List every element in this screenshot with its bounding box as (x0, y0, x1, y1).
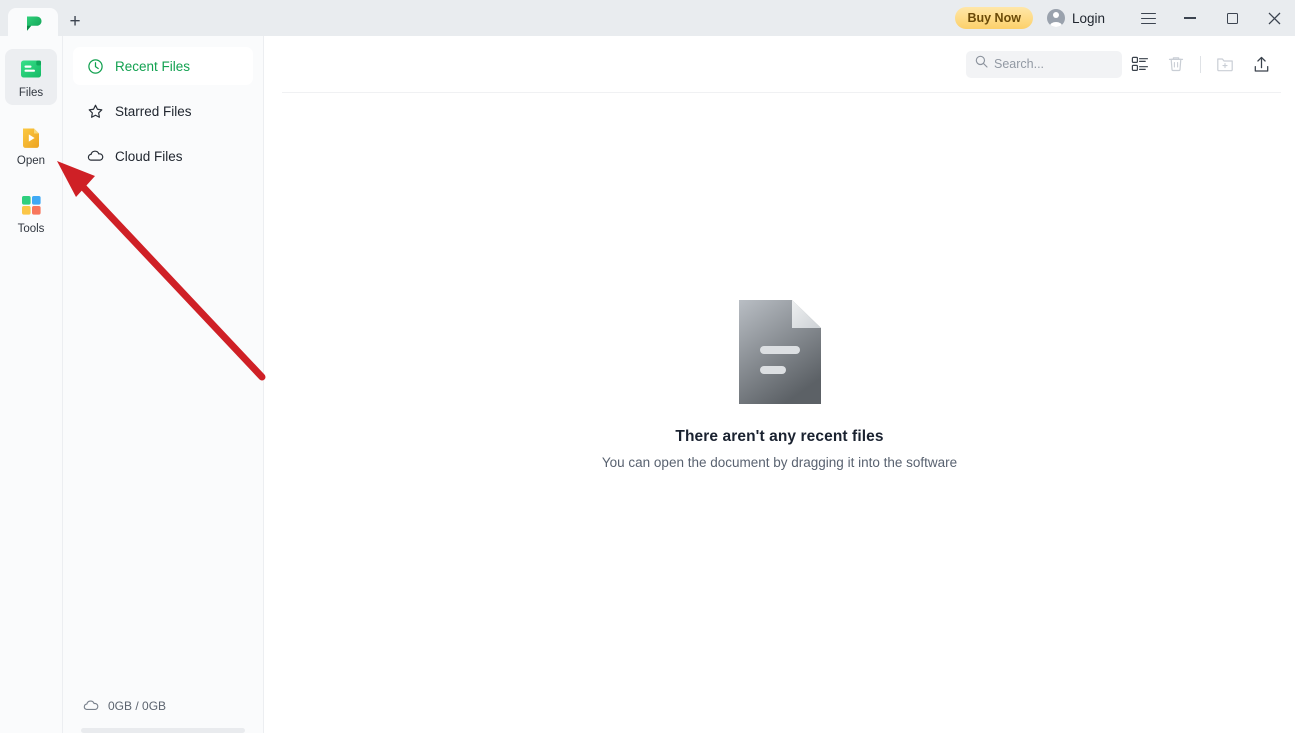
nav-item-starred-files-label: Starred Files (115, 104, 192, 119)
sidebar-item-open-label: Open (17, 156, 45, 168)
main-area: There aren't any recent files You can op… (264, 36, 1295, 733)
search-icon (975, 55, 988, 73)
clock-icon (87, 58, 104, 75)
storage-text: 0GB / 0GB (108, 699, 166, 713)
empty-state: There aren't any recent files You can op… (264, 93, 1295, 733)
nav-item-cloud-files[interactable]: Cloud Files (73, 137, 253, 175)
search-box[interactable] (966, 51, 1122, 78)
avatar-icon (1047, 9, 1065, 27)
sidebar-item-tools[interactable]: Tools (5, 185, 57, 241)
toolbar-divider (1200, 56, 1201, 73)
login-button[interactable]: Login (1047, 9, 1105, 27)
files-icon (17, 55, 45, 83)
trash-icon[interactable] (1158, 46, 1194, 82)
sidebar-item-files[interactable]: Files (5, 49, 57, 105)
new-tab-button[interactable]: + (58, 6, 92, 38)
content-toolbar (264, 36, 1295, 92)
search-input[interactable] (994, 57, 1113, 71)
nav-item-recent-files-label: Recent Files (115, 59, 190, 74)
star-icon (87, 103, 104, 120)
new-folder-icon[interactable] (1207, 46, 1243, 82)
nav-spacer (63, 182, 263, 694)
sidebar-item-files-label: Files (19, 88, 43, 100)
green-leaf-logo-icon (21, 12, 45, 36)
close-icon[interactable] (1253, 0, 1295, 36)
window-controls-group: Buy Now Login (955, 0, 1295, 36)
nav-item-cloud-files-label: Cloud Files (115, 149, 183, 164)
empty-state-title: There aren't any recent files (675, 428, 883, 446)
app-window: + Buy Now Login (0, 0, 1295, 733)
nav-item-recent-files[interactable]: Recent Files (73, 47, 253, 85)
empty-state-subtitle: You can open the document by dragging it… (602, 455, 957, 470)
login-label: Login (1072, 11, 1105, 26)
hamburger-menu-icon[interactable] (1127, 0, 1169, 36)
nav-item-starred-files[interactable]: Starred Files (73, 92, 253, 130)
storage-cloud-icon (83, 698, 100, 715)
storage-indicator[interactable]: 0GB / 0GB (63, 694, 263, 718)
nav-panel: Recent Files Starred Files Cloud Files (63, 36, 264, 733)
left-rail: Files Op (0, 36, 63, 733)
tab-strip: + (0, 0, 92, 36)
open-file-icon (17, 123, 45, 151)
cloud-icon (87, 148, 104, 165)
app-tab[interactable] (8, 8, 58, 40)
window-body: Files Op (0, 36, 1295, 733)
maximize-icon[interactable] (1211, 0, 1253, 36)
sidebar-item-tools-label: Tools (18, 224, 45, 236)
sidebar-item-open[interactable]: Open (5, 117, 57, 173)
document-placeholder-icon (739, 300, 821, 404)
tools-grid-icon (17, 191, 45, 219)
title-bar: + Buy Now Login (0, 0, 1295, 36)
minimize-icon[interactable] (1169, 0, 1211, 36)
buy-now-button[interactable]: Buy Now (955, 7, 1032, 29)
list-view-icon[interactable] (1122, 46, 1158, 82)
storage-progress-bar (81, 728, 245, 733)
upload-icon[interactable] (1243, 46, 1279, 82)
